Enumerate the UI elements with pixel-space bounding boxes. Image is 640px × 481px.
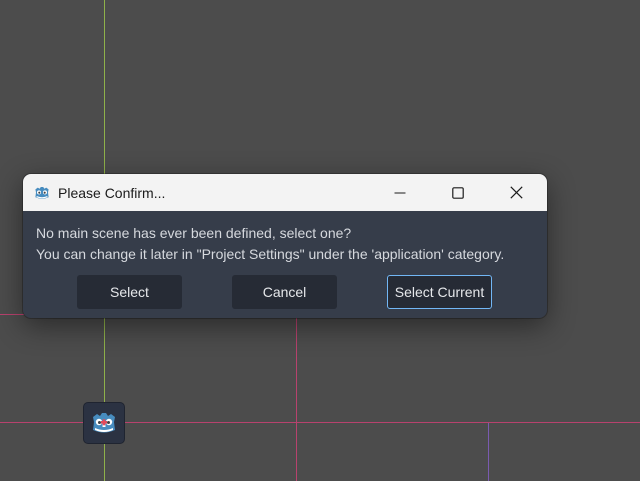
confirm-dialog: Please Confirm... No main scene has ever… [23, 174, 547, 318]
dialog-content: No main scene has ever been defined, sel… [23, 211, 547, 265]
viewport-boundary-guide-vertical [296, 318, 297, 481]
viewport-bounds-guide-purple [488, 423, 489, 481]
close-button[interactable] [487, 174, 545, 211]
viewport-boundary-guide [0, 314, 24, 315]
dialog-message-line-2: You can change it later in "Project Sett… [36, 246, 505, 262]
godot-logo-icon [33, 184, 51, 202]
minimize-icon [394, 191, 406, 194]
maximize-icon [452, 186, 464, 199]
editor-viewport[interactable]: Please Confirm... No main scene has ever… [0, 0, 640, 481]
minimize-button[interactable] [371, 174, 429, 211]
dialog-message-line-1: No main scene has ever been defined, sel… [36, 225, 352, 241]
dialog-title: Please Confirm... [58, 184, 166, 201]
cancel-button[interactable]: Cancel [232, 275, 337, 309]
dialog-titlebar[interactable]: Please Confirm... [23, 174, 547, 211]
godot-logo-icon [93, 413, 115, 433]
select-button[interactable]: Select [77, 275, 182, 309]
close-icon [509, 186, 523, 199]
godot-node-icon[interactable] [83, 402, 125, 444]
maximize-button[interactable] [429, 174, 487, 211]
select-current-button[interactable]: Select Current [387, 275, 492, 309]
